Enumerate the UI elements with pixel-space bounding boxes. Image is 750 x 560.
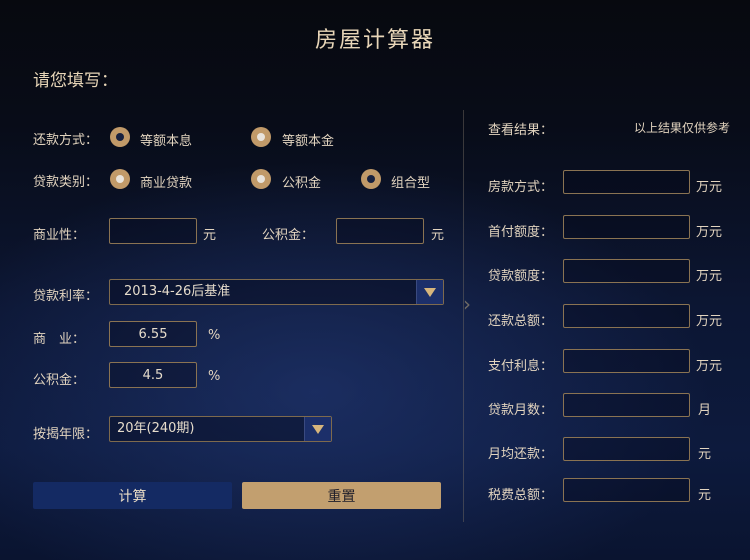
repayment-equal-principal-radio[interactable] (251, 127, 271, 147)
result-label: 税费总额： (488, 488, 554, 503)
repayment-equal-installment-radio[interactable] (110, 127, 130, 147)
loan-rate-label: 贷款利率： (33, 289, 99, 304)
repayment-option-label[interactable]: 等额本息 (140, 130, 192, 149)
result-monthly-payment-field[interactable] (563, 437, 690, 461)
result-unit: 万元 (696, 225, 723, 240)
result-unit: 万元 (696, 314, 723, 329)
radio-dot-icon (257, 133, 265, 141)
results-header: 查看结果： (488, 123, 554, 138)
fund-rate-label: 公积金： (33, 373, 86, 388)
result-total-tax-field[interactable] (563, 478, 690, 502)
result-total-repayment-field[interactable] (563, 304, 690, 328)
result-interest-field[interactable] (563, 349, 690, 373)
loan-type-commercial-radio[interactable] (110, 169, 130, 189)
result-label: 房款方式： (488, 180, 554, 195)
commercial-rate-input[interactable] (109, 321, 197, 347)
calculate-button[interactable]: 计算 (33, 482, 232, 509)
result-label: 月均还款： (488, 447, 554, 462)
loan-type-label: 贷款类别： (33, 175, 99, 190)
results-disclaimer: 以上结果仅供参考 (634, 121, 731, 135)
commercial-rate-unit: % (208, 328, 221, 343)
form-heading: 请您填写： (33, 71, 118, 91)
loan-rate-select[interactable]: 2013-4-26后基准 (109, 279, 444, 305)
commercial-rate-label: 商 业： (33, 332, 86, 347)
fund-rate-unit: % (208, 369, 221, 384)
commercial-amount-label: 商业性： (33, 228, 86, 243)
radio-dot-icon (257, 175, 265, 183)
chevron-right-icon: › (463, 292, 471, 316)
radio-dot-icon (116, 133, 124, 141)
result-loan-months-field[interactable] (563, 393, 690, 417)
loan-term-select[interactable]: 20年(240期) (109, 416, 332, 442)
fund-rate-input[interactable] (109, 362, 197, 388)
loan-term-label: 按揭年限： (33, 427, 99, 442)
fund-amount-unit: 元 (431, 228, 445, 243)
panel-divider (463, 110, 464, 522)
result-label: 首付额度： (488, 225, 554, 240)
page-title: 房屋计算器 (314, 28, 435, 53)
loan-type-option-label[interactable]: 商业贷款 (140, 172, 192, 191)
result-down-payment-field[interactable] (563, 215, 690, 239)
commercial-amount-input[interactable] (109, 218, 197, 244)
result-label: 贷款额度： (488, 269, 554, 284)
result-loan-amount-field[interactable] (563, 259, 690, 283)
commercial-amount-unit: 元 (203, 228, 217, 243)
triangle-down-icon[interactable] (416, 280, 443, 304)
loan-rate-selected-value: 2013-4-26后基准 (124, 284, 231, 299)
loan-type-combined-radio[interactable] (361, 169, 381, 189)
loan-type-option-label[interactable]: 公积金 (282, 172, 321, 191)
repayment-option-label[interactable]: 等额本金 (282, 130, 334, 149)
loan-type-option-label[interactable]: 组合型 (391, 172, 430, 191)
fund-amount-label: 公积金： (262, 228, 315, 243)
radio-dot-icon (367, 175, 375, 183)
result-unit: 万元 (696, 269, 723, 284)
radio-dot-icon (116, 175, 124, 183)
repayment-method-label: 还款方式： (33, 133, 99, 148)
result-unit: 元 (698, 488, 712, 503)
result-unit: 月 (698, 403, 712, 418)
result-label: 贷款月数： (488, 403, 554, 418)
result-unit: 万元 (696, 180, 723, 195)
loan-term-selected-value: 20年(240期) (117, 421, 195, 436)
triangle-down-icon[interactable] (304, 417, 331, 441)
result-label: 还款总额： (488, 314, 554, 329)
result-payment-method-field[interactable] (563, 170, 690, 194)
loan-type-fund-radio[interactable] (251, 169, 271, 189)
result-unit: 万元 (696, 359, 723, 374)
result-unit: 元 (698, 447, 712, 462)
fund-amount-input[interactable] (336, 218, 424, 244)
reset-button[interactable]: 重置 (242, 482, 441, 509)
result-label: 支付利息： (488, 359, 554, 374)
